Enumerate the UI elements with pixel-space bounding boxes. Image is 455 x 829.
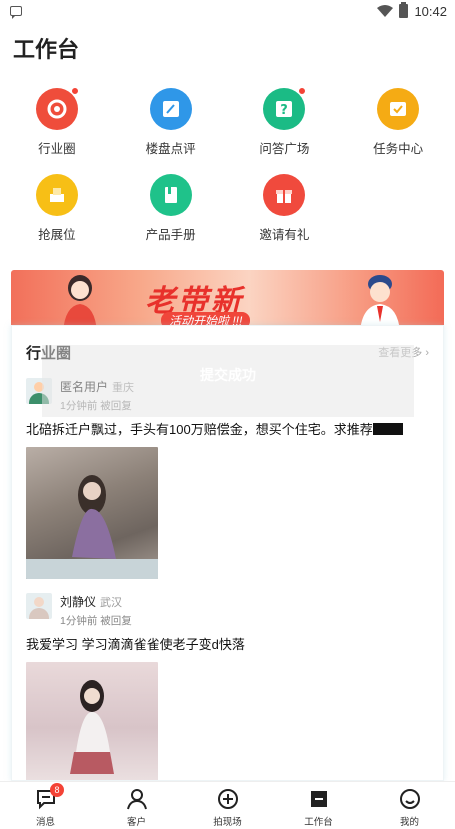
- grid-label: 抢展位: [38, 228, 76, 242]
- function-grid: 行业圈 楼盘点评 ? 问答广场 任务中心 抢展位 产品手册 邀请有礼: [0, 84, 455, 248]
- nav-label: 客户: [126, 817, 146, 828]
- nav-label: 拍现场: [213, 817, 242, 828]
- man-illustration: [360, 275, 400, 332]
- profile-icon: [399, 789, 420, 809]
- unread-dot: [298, 87, 307, 95]
- industry-circle-icon: [35, 87, 79, 130]
- grid-label: 产品手册: [145, 228, 196, 242]
- promo-banner[interactable]: 老带新 活动开始啦 !!!: [11, 270, 444, 332]
- unread-dot: [70, 87, 79, 95]
- post-header: 刘静仪 武汉 1分钟前 被回复: [26, 593, 429, 628]
- nav-label: 消息: [35, 817, 55, 828]
- woman-illustration: [63, 275, 97, 332]
- nav-item-capture-scene[interactable]: 拍现场: [182, 782, 273, 829]
- nav-item-workbench[interactable]: 工作台: [273, 782, 364, 829]
- task-center-icon: [377, 88, 420, 130]
- chevron-right-icon: ›: [425, 347, 429, 359]
- post-photo[interactable]: [26, 447, 158, 579]
- bottom-nav: 8 消息 客户 拍现场 工作台 我的: [0, 781, 455, 829]
- nav-item-profile[interactable]: 我的: [364, 782, 455, 829]
- capture-scene-icon: [217, 789, 238, 809]
- status-bar: 10:42: [0, 0, 455, 22]
- grid-item-invite-gift[interactable]: 邀请有礼: [228, 170, 342, 248]
- customer-icon: [126, 789, 147, 810]
- feed-post[interactable]: 刘静仪 武汉 1分钟前 被回复 我爱学习 学习滴滴雀雀使老子变d快落: [12, 579, 443, 780]
- unread-badge: 8: [50, 783, 64, 797]
- property-review-icon: [149, 88, 192, 130]
- toast-text: 提交成功: [200, 367, 256, 383]
- post-meta: 1分钟前 被回复: [60, 615, 132, 627]
- redaction-block: [372, 423, 403, 435]
- grid-label: 问答广场: [259, 142, 310, 156]
- svg-text:?: ?: [281, 103, 289, 118]
- post-photo[interactable]: [26, 662, 158, 780]
- grid-label: 行业圈: [38, 142, 76, 156]
- nav-item-customers[interactable]: 客户: [91, 782, 182, 829]
- avatar[interactable]: [26, 593, 52, 619]
- post-text: 我爱学习 学习滴滴雀雀使老子变d快落: [26, 637, 245, 652]
- grid-label: 邀请有礼: [259, 228, 310, 242]
- success-toast: 提交成功: [42, 345, 414, 417]
- gift-icon: [263, 174, 306, 216]
- nav-label: 工作台: [304, 817, 333, 828]
- post-author: 刘静仪: [60, 595, 97, 609]
- notification-icon: [10, 6, 22, 19]
- workbench-icon: [310, 791, 327, 807]
- grid-item-task-center[interactable]: 任务中心: [341, 84, 455, 162]
- post-text-content: 北碚拆迁户飘过，手头有100万赔偿金，想买个住宅。求推荐: [26, 422, 373, 437]
- page-title: 工作台: [13, 37, 80, 62]
- grid-label: 任务中心: [373, 142, 424, 156]
- qa-square-icon: ?: [263, 87, 307, 130]
- status-time: 10:42: [414, 3, 447, 19]
- post-text: 北碚拆迁户飘过，手头有100万赔偿金，想买个住宅。求推荐: [26, 421, 429, 439]
- battery-icon: [399, 2, 409, 18]
- nav-label: 我的: [399, 817, 419, 828]
- product-manual-icon: [149, 174, 192, 216]
- grid-item-booth[interactable]: 抢展位: [0, 170, 114, 248]
- post-city: 武汉: [100, 597, 123, 609]
- wifi-icon: [377, 5, 394, 17]
- grid-item-product-manual[interactable]: 产品手册: [114, 170, 228, 248]
- grid-item-property-review[interactable]: 楼盘点评: [114, 84, 228, 162]
- grid-item-qa-square[interactable]: ? 问答广场: [228, 84, 342, 162]
- nav-item-messages[interactable]: 8 消息: [0, 782, 91, 829]
- booth-icon: [35, 174, 78, 216]
- grid-item-industry-circle[interactable]: 行业圈: [0, 84, 114, 162]
- grid-label: 楼盘点评: [145, 142, 196, 156]
